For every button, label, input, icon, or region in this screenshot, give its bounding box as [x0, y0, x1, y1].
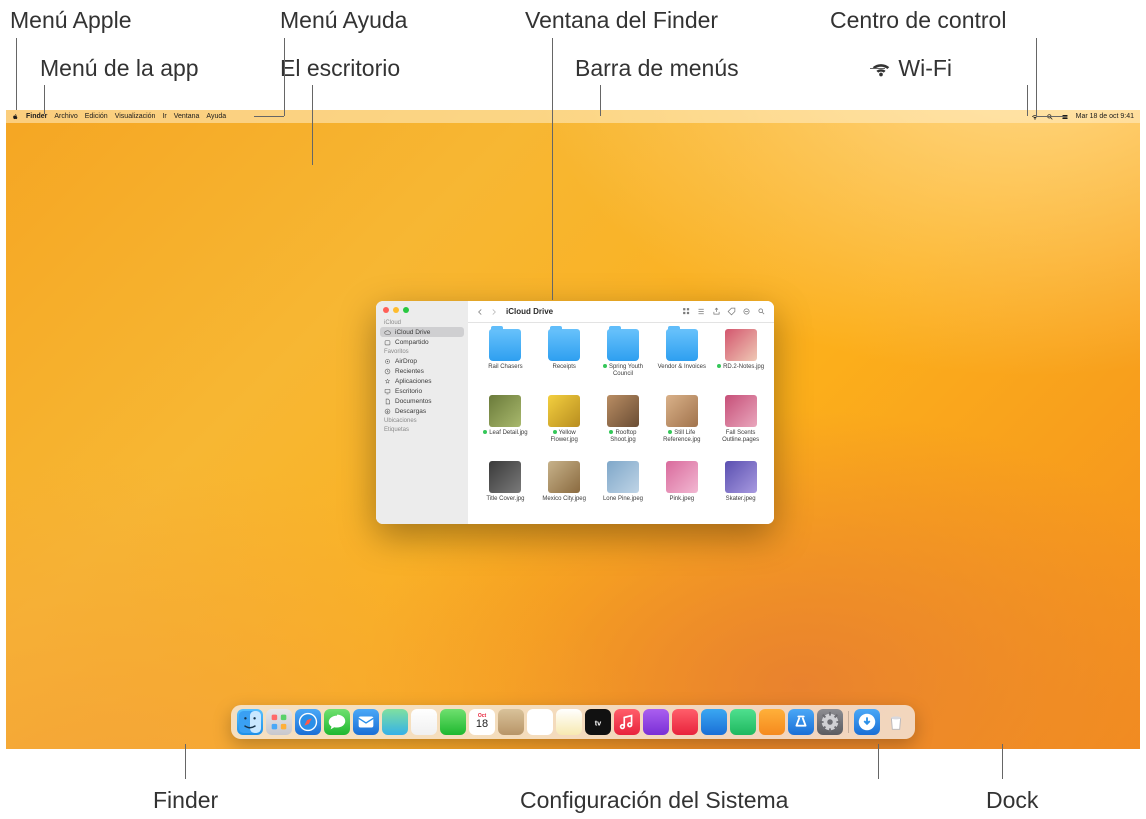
finder-window: iCloudiCloud DriveCompartidoFavoritosAir… — [376, 301, 774, 524]
dock-app-notes[interactable] — [556, 709, 582, 735]
file-item[interactable]: Still Life Reference.jpg — [652, 395, 711, 459]
callout-dock: Dock — [986, 787, 1038, 814]
file-item[interactable]: Title Cover.jpg — [476, 461, 535, 524]
file-item[interactable]: RD.2-Notes.jpg — [711, 329, 770, 393]
callout-control-center: Centro de control — [830, 7, 1006, 34]
sidebar-item-aplicaciones[interactable]: Aplicaciones — [376, 376, 468, 386]
dock: Oct18 tv — [231, 705, 915, 739]
dock-app-appstore[interactable] — [788, 709, 814, 735]
file-item[interactable]: Leaf Detail.jpg — [476, 395, 535, 459]
callout-desktop: El escritorio — [280, 55, 400, 82]
sidebar-item-recientes[interactable]: Recientes — [376, 366, 468, 376]
dock-app-launchpad[interactable] — [266, 709, 292, 735]
menu-item-visualizacion[interactable]: Visualización — [115, 113, 156, 120]
file-item[interactable]: Rooftop Shoot.jpg — [594, 395, 653, 459]
tag-button[interactable] — [727, 307, 736, 316]
sidebar-item-airdrop[interactable]: AirDrop — [376, 356, 468, 366]
minimize-button[interactable] — [393, 307, 399, 313]
sidebar-item-icloud-drive[interactable]: iCloud Drive — [380, 327, 464, 337]
dock-app-pages[interactable] — [759, 709, 785, 735]
apple-menu[interactable] — [12, 113, 19, 120]
file-item[interactable]: Yellow Flower.jpg — [535, 395, 594, 459]
app-menu-name[interactable]: Finder — [26, 113, 47, 120]
dock-app-maps[interactable] — [382, 709, 408, 735]
dock-app-contacts[interactable] — [498, 709, 524, 735]
callout-help-menu: Menú Ayuda — [280, 7, 407, 34]
sidebar-section-header: Etiquetas — [376, 425, 468, 434]
search-button[interactable] — [757, 307, 766, 316]
dock-app-music[interactable] — [614, 709, 640, 735]
dock-app-finder[interactable] — [237, 709, 263, 735]
file-item[interactable]: Spring Youth Council — [594, 329, 653, 393]
forward-button[interactable] — [490, 303, 498, 321]
sidebar-item-escritorio[interactable]: Escritorio — [376, 386, 468, 396]
dock-app-safari[interactable] — [295, 709, 321, 735]
back-button[interactable] — [476, 303, 484, 321]
dock-app-numbers[interactable] — [730, 709, 756, 735]
file-item[interactable]: Fall Scents Outline.pages — [711, 395, 770, 459]
dock-app-photos[interactable] — [411, 709, 437, 735]
window-traffic-lights — [376, 307, 468, 318]
sidebar-item-compartido[interactable]: Compartido — [376, 337, 468, 347]
callouts-bottom: Finder Configuración del Sistema Dock — [0, 749, 1146, 819]
dock-app-system-settings[interactable] — [817, 709, 843, 735]
dock-app-trash[interactable] — [883, 709, 909, 735]
dock-app-facetime[interactable] — [440, 709, 466, 735]
sidebar-item-documentos[interactable]: Documentos — [376, 396, 468, 406]
dock-app-mail[interactable] — [353, 709, 379, 735]
dock-app-calendar[interactable]: Oct18 — [469, 709, 495, 735]
callout-finder: Finder — [153, 787, 218, 814]
view-icons-button[interactable] — [682, 307, 691, 316]
finder-file-grid: Rail ChasersReceiptsSpring Youth Council… — [468, 323, 774, 524]
callout-apple-menu: Menú Apple — [10, 7, 131, 34]
file-item[interactable]: Rail Chasers — [476, 329, 535, 393]
share-button[interactable] — [712, 307, 721, 316]
dock-app-keynote[interactable] — [701, 709, 727, 735]
callout-finder-window: Ventana del Finder — [525, 7, 718, 34]
file-item[interactable]: Mexico City.jpeg — [535, 461, 594, 524]
menu-item-ir[interactable]: Ir — [162, 113, 166, 120]
dock-app-podcasts[interactable] — [643, 709, 669, 735]
finder-sidebar: iCloudiCloud DriveCompartidoFavoritosAir… — [376, 301, 468, 524]
zoom-button[interactable] — [403, 307, 409, 313]
dock-app-tv[interactable]: tv — [585, 709, 611, 735]
file-item[interactable]: Vendor & Invoices — [652, 329, 711, 393]
dock-app-messages[interactable] — [324, 709, 350, 735]
sidebar-section-header: Favoritos — [376, 347, 468, 356]
menu-item-ayuda[interactable]: Ayuda — [206, 113, 226, 120]
sidebar-section-header: Ubicaciones — [376, 416, 468, 425]
file-item[interactable]: Skater.jpeg — [711, 461, 770, 524]
callout-system-settings: Configuración del Sistema — [520, 787, 788, 814]
file-item[interactable]: Pink.jpeg — [652, 461, 711, 524]
svg-text:tv: tv — [595, 719, 602, 728]
sidebar-section-header: iCloud — [376, 318, 468, 327]
close-button[interactable] — [383, 307, 389, 313]
menu-item-archivo[interactable]: Archivo — [54, 113, 77, 120]
sidebar-item-descargas[interactable]: Descargas — [376, 406, 468, 416]
menu-item-ventana[interactable]: Ventana — [174, 113, 200, 120]
menu-item-edicion[interactable]: Edición — [85, 113, 108, 120]
callouts-top: Menú Apple Menú de la app Menú Ayuda El … — [0, 0, 1146, 110]
finder-title: iCloud Drive — [506, 307, 553, 316]
finder-content: iCloud Drive Rail ChasersReceiptsSpring … — [468, 301, 774, 524]
callout-app-menu: Menú de la app — [40, 55, 199, 82]
group-button[interactable] — [697, 307, 706, 316]
action-button[interactable] — [742, 307, 751, 316]
menu-bar: Finder Archivo Edición Visualización Ir … — [6, 110, 1140, 123]
dock-app-reminders[interactable] — [527, 709, 553, 735]
file-item[interactable]: Lone Pine.jpeg — [594, 461, 653, 524]
dock-separator — [848, 711, 849, 733]
dock-app-downloads[interactable] — [854, 709, 880, 735]
finder-toolbar: iCloud Drive — [468, 301, 774, 323]
file-item[interactable]: Receipts — [535, 329, 594, 393]
menu-bar-clock[interactable]: Mar 18 de oct 9:41 — [1076, 113, 1134, 120]
callout-menu-bar: Barra de menús — [575, 55, 739, 82]
dock-app-news[interactable] — [672, 709, 698, 735]
desktop-screenshot: Finder Archivo Edición Visualización Ir … — [6, 110, 1140, 749]
